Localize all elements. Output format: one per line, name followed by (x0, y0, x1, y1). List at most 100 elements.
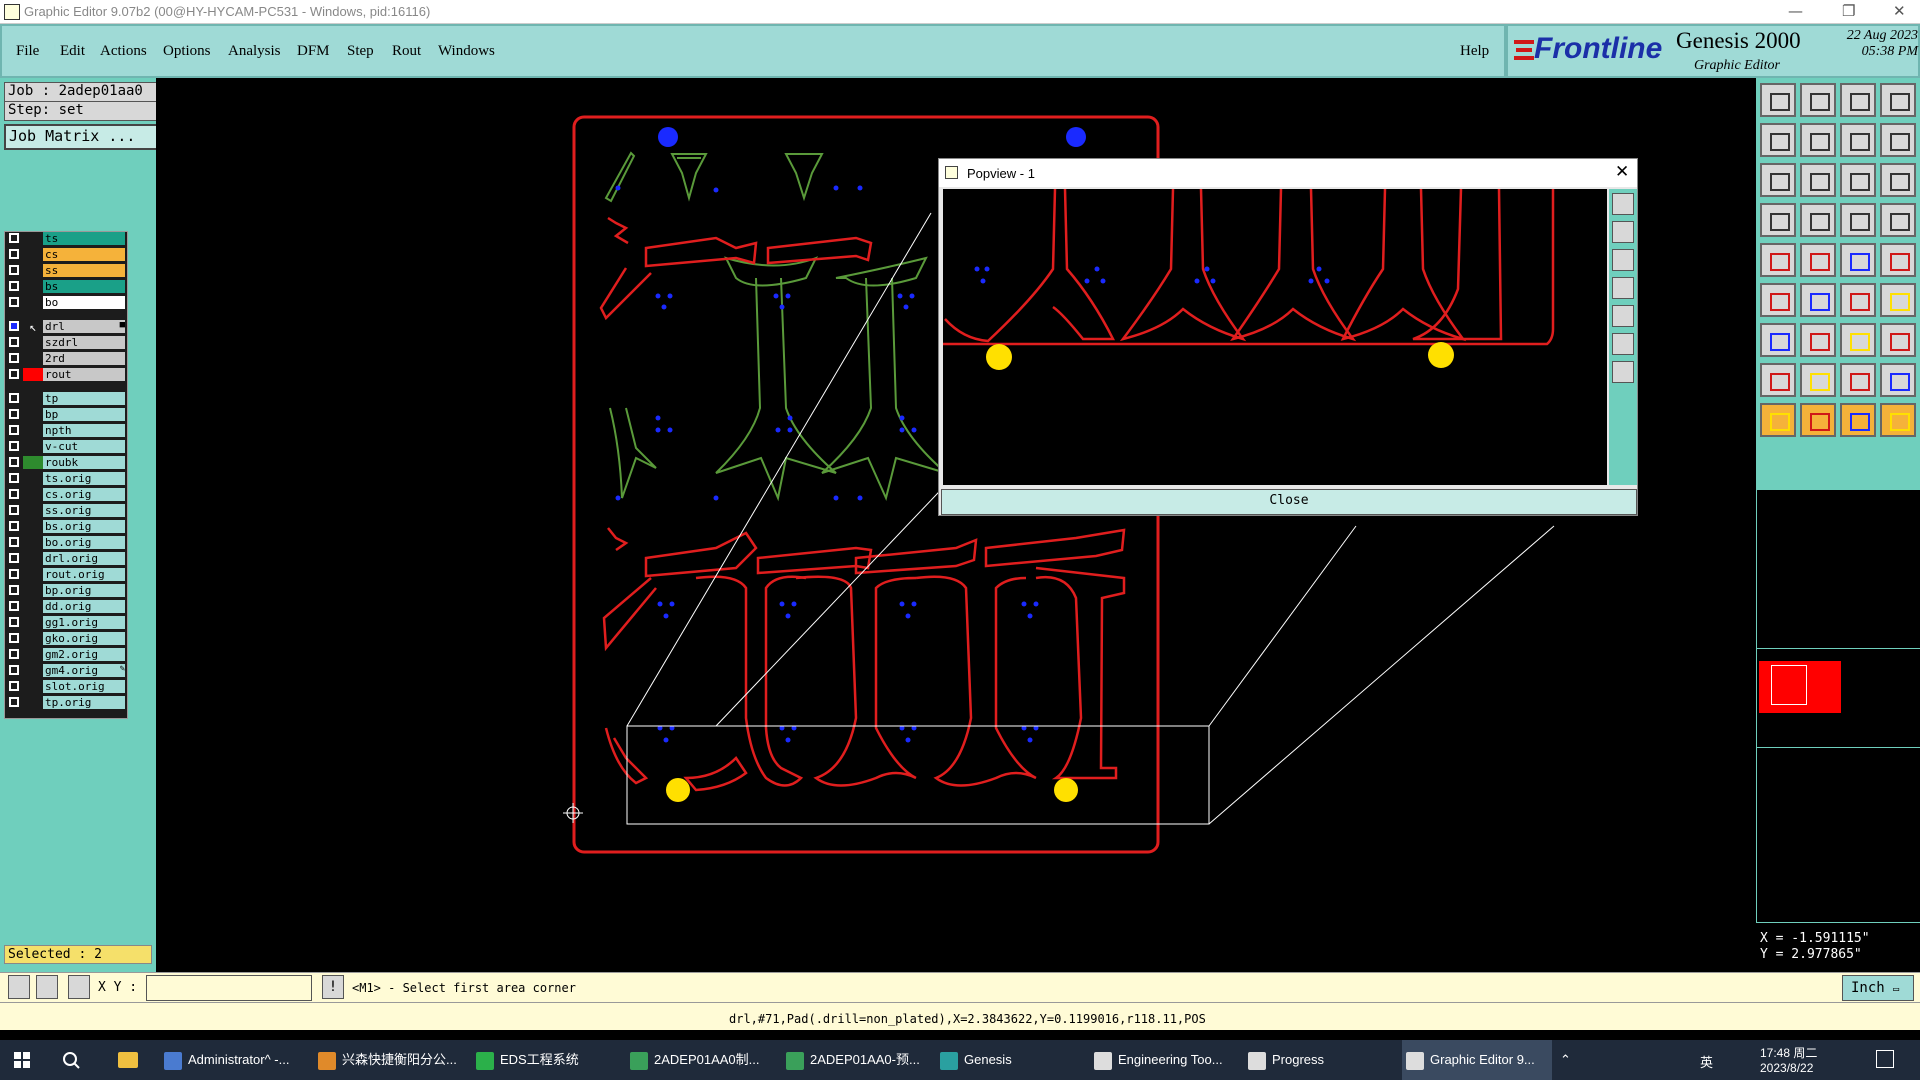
tool-button[interactable] (1880, 243, 1916, 277)
layer-color-swatch[interactable] (23, 680, 43, 693)
popview-pan-right-button[interactable] (1612, 305, 1634, 327)
layer-checkbox[interactable] (9, 249, 19, 259)
tool-button[interactable] (1840, 83, 1876, 117)
layer-row[interactable]: bo.orig (5, 536, 127, 550)
windows-start-icon[interactable] (14, 1052, 30, 1068)
layer-color-swatch[interactable] (23, 472, 43, 485)
layer-row[interactable]: tp.orig (5, 696, 127, 710)
popview-pan-down-button[interactable] (1612, 249, 1634, 271)
layer-row[interactable]: ts (5, 232, 127, 246)
layer-checkbox[interactable] (9, 537, 19, 547)
unit-selector[interactable]: Inch ▭ (1842, 975, 1914, 1001)
menu-options[interactable]: Options (163, 43, 211, 60)
taskbar-item[interactable]: 兴森快捷衡阳分公... (318, 1040, 457, 1080)
layer-row[interactable]: npth (5, 424, 127, 438)
menu-step[interactable]: Step (347, 43, 374, 60)
info-icon[interactable]: ! (322, 975, 344, 999)
tool-button[interactable] (1840, 323, 1876, 357)
layer-row[interactable]: rout (5, 368, 127, 382)
tool-button[interactable] (1760, 323, 1796, 357)
popview-zoom-fit-button[interactable] (1612, 193, 1634, 215)
layer-row[interactable]: cs (5, 248, 127, 262)
layer-row[interactable]: dd.orig (5, 600, 127, 614)
taskbar-item[interactable]: Engineering Too... (1094, 1040, 1223, 1080)
layer-checkbox[interactable] (9, 665, 19, 675)
tool-button[interactable] (1800, 323, 1836, 357)
layer-checkbox[interactable] (9, 569, 19, 579)
layer-color-swatch[interactable] (23, 504, 43, 517)
tool-button[interactable] (1840, 283, 1876, 317)
layer-color-swatch[interactable] (23, 568, 43, 581)
layer-checkbox[interactable] (9, 353, 19, 363)
layer-row[interactable]: slot.orig (5, 680, 127, 694)
overview-viewport[interactable] (1771, 665, 1807, 705)
tool-button[interactable] (1800, 203, 1836, 237)
popview-pan-left-button[interactable] (1612, 277, 1634, 299)
menu-rout[interactable]: Rout (392, 43, 421, 60)
tool-button[interactable] (1880, 323, 1916, 357)
layer-checkbox[interactable] (9, 233, 19, 243)
popview-close-button[interactable]: Close (941, 489, 1637, 515)
tool-button[interactable] (1840, 363, 1876, 397)
tray-chevron-icon[interactable]: ⌃ (1560, 1052, 1571, 1068)
tool-button[interactable] (1760, 123, 1796, 157)
layer-color-swatch[interactable] (23, 368, 43, 381)
layer-checkbox[interactable] (9, 281, 19, 291)
layer-checkbox[interactable] (9, 505, 19, 515)
tool-button[interactable] (1800, 243, 1836, 277)
tool-button[interactable] (1840, 163, 1876, 197)
snap-mode-icon[interactable] (8, 975, 30, 999)
layer-checkbox[interactable] (9, 297, 19, 307)
layer-color-swatch[interactable] (23, 352, 43, 365)
layer-checkbox[interactable] (9, 321, 19, 331)
layer-checkbox[interactable] (9, 553, 19, 563)
tool-button[interactable] (1880, 283, 1916, 317)
tool-button[interactable] (1800, 83, 1836, 117)
layer-row[interactable]: bp.orig (5, 584, 127, 598)
taskbar-item[interactable]: 2ADEP01AA0-预... (786, 1040, 920, 1080)
layer-checkbox[interactable] (9, 409, 19, 419)
tool-button[interactable] (1880, 123, 1916, 157)
layer-color-swatch[interactable] (23, 408, 43, 421)
layer-color-swatch[interactable] (23, 616, 43, 629)
tool-button[interactable] (1840, 243, 1876, 277)
file-explorer-icon[interactable] (118, 1052, 138, 1068)
layer-row[interactable]: ss (5, 264, 127, 278)
tool-button[interactable] (1800, 363, 1836, 397)
tool-button[interactable] (1880, 363, 1916, 397)
layer-row[interactable]: rout.orig (5, 568, 127, 582)
grid-mode-icon[interactable] (68, 975, 90, 999)
layer-checkbox[interactable] (9, 369, 19, 379)
taskbar-item[interactable]: EDS工程系统 (476, 1040, 579, 1080)
measure-mode-icon[interactable] (36, 975, 58, 999)
layer-row[interactable]: gm4.orig ✎ (5, 664, 127, 678)
layer-checkbox[interactable] (9, 265, 19, 275)
layer-checkbox[interactable] (9, 697, 19, 707)
tool-button[interactable] (1800, 283, 1836, 317)
layer-row[interactable]: gm2.orig (5, 648, 127, 662)
tray-ime[interactable]: 英 (1700, 1052, 1713, 1071)
layer-row[interactable]: ts.orig (5, 472, 127, 486)
menu-windows[interactable]: Windows (438, 43, 495, 60)
taskbar-item[interactable]: Administrator^ -... (164, 1040, 289, 1080)
tool-button[interactable] (1760, 243, 1796, 277)
tool-button[interactable] (1800, 123, 1836, 157)
overview-map[interactable] (1757, 648, 1920, 748)
tool-button[interactable] (1880, 203, 1916, 237)
layer-checkbox[interactable] (9, 649, 19, 659)
taskbar-item[interactable]: Genesis (940, 1040, 1012, 1080)
layer-row[interactable]: bo (5, 296, 127, 310)
layer-row[interactable]: bs.orig (5, 520, 127, 534)
layer-checkbox[interactable] (9, 601, 19, 611)
layer-color-swatch[interactable] (23, 296, 43, 309)
notification-icon[interactable] (1876, 1050, 1894, 1068)
layer-color-swatch[interactable] (23, 600, 43, 613)
layer-checkbox[interactable] (9, 441, 19, 451)
layer-row[interactable]: v-cut (5, 440, 127, 454)
layer-color-swatch[interactable] (23, 520, 43, 533)
menu-file[interactable]: File (16, 43, 39, 60)
layer-row[interactable]: drl.orig (5, 552, 127, 566)
layer-checkbox[interactable] (9, 617, 19, 627)
tool-button[interactable] (1760, 283, 1796, 317)
layer-checkbox[interactable] (9, 585, 19, 595)
